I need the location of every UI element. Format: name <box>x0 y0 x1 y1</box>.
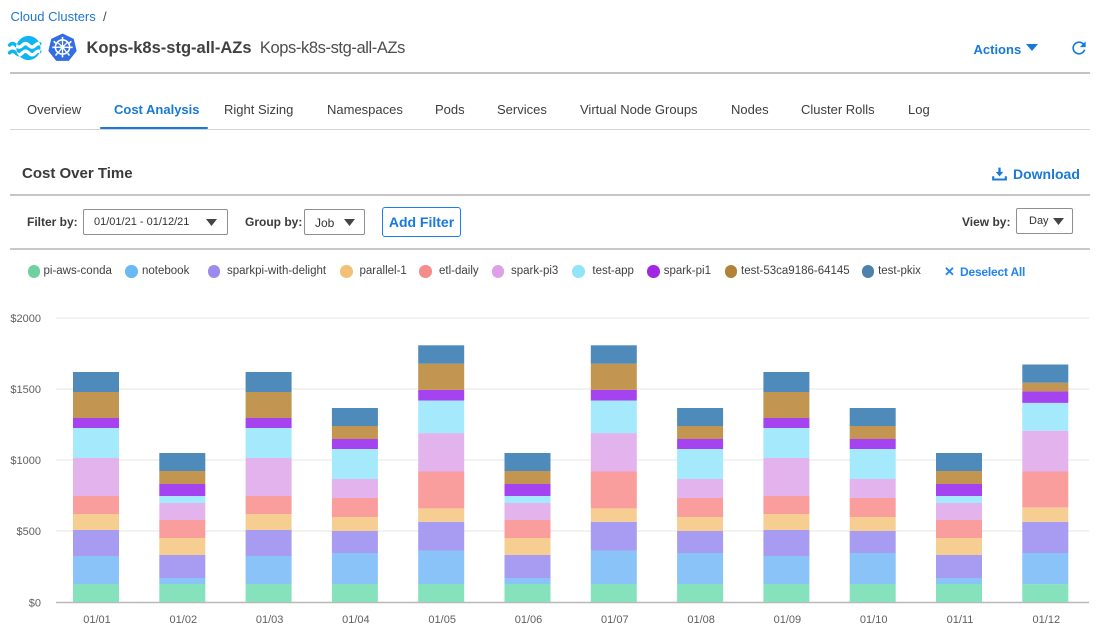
svg-text:01/11: 01/11 <box>947 614 974 626</box>
svg-text:$1500: $1500 <box>10 384 41 396</box>
svg-text:$500: $500 <box>17 526 41 538</box>
svg-text:01/02: 01/02 <box>170 614 198 626</box>
svg-text:01/05: 01/05 <box>428 614 456 626</box>
svg-text:01/01: 01/01 <box>83 614 111 626</box>
svg-text:01/03: 01/03 <box>256 614 284 626</box>
svg-text:01/12: 01/12 <box>1033 614 1061 626</box>
svg-text:01/10: 01/10 <box>860 614 888 626</box>
svg-text:$2000: $2000 <box>10 313 41 325</box>
svg-text:01/06: 01/06 <box>515 614 543 626</box>
svg-text:01/09: 01/09 <box>774 614 802 626</box>
svg-text:01/08: 01/08 <box>687 614 715 626</box>
svg-text:01/04: 01/04 <box>342 614 370 626</box>
svg-text:01/07: 01/07 <box>601 614 629 626</box>
svg-text:$1000: $1000 <box>10 455 41 467</box>
svg-text:$0: $0 <box>29 598 41 610</box>
